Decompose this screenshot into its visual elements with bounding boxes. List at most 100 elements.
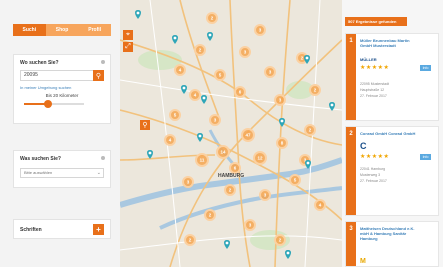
cluster-marker[interactable]: 3 (244, 219, 256, 231)
info-icon[interactable] (101, 156, 105, 160)
radius-slider[interactable] (24, 100, 84, 108)
map-pin-icon[interactable] (197, 133, 203, 142)
map-pin-icon[interactable] (172, 35, 178, 44)
map-pin-icon[interactable] (285, 250, 291, 259)
map-pin-icon[interactable] (201, 95, 207, 104)
result-name[interactable]: Mattheisen Deutschland e.K. mbH & Hambur… (360, 226, 420, 241)
cluster-marker[interactable]: 4 (189, 89, 201, 101)
category-panel: Was suchen Sie? Bitte auswählen ⌄ (13, 150, 111, 188)
result-address: 22041 Hamburg (360, 167, 386, 171)
cluster-marker[interactable]: 2 (309, 84, 321, 96)
cluster-marker[interactable]: 14 (216, 145, 230, 159)
cluster-marker[interactable]: 5 (169, 109, 181, 121)
cluster-marker[interactable]: 6 (234, 86, 246, 98)
category-select-value: Bitte auswählen (24, 170, 53, 175)
map-pin-icon[interactable] (279, 118, 285, 127)
result-name[interactable]: Müller Brunnenbau Martin GmbH Musterstad… (360, 38, 420, 48)
cluster-marker[interactable]: 5 (214, 69, 226, 81)
cluster-marker[interactable]: 3 (182, 176, 194, 188)
map-pin-icon[interactable] (147, 150, 153, 159)
cluster-marker[interactable]: 2 (204, 209, 216, 221)
map-pin-icon[interactable] (135, 10, 141, 19)
location-panel: Wo suchen Sie? 20095 ⚲ In meiner Umgebun… (13, 54, 111, 124)
result-street: Musterweg 3 (360, 173, 381, 177)
crosshair-icon: ⌖ (126, 31, 130, 38)
cluster-marker[interactable]: 2 (224, 184, 236, 196)
cluster-marker[interactable]: 2 (194, 44, 206, 56)
info-badge[interactable]: Info (420, 154, 431, 160)
result-number: 3 (346, 222, 356, 266)
cluster-marker[interactable]: 2 (304, 124, 316, 136)
rating-stars: ★★★★★ (360, 65, 390, 71)
cluster-marker[interactable]: 4 (164, 134, 176, 146)
zoom-icon: ⚲ (142, 122, 148, 129)
result-number: 1 (346, 34, 356, 120)
cluster-marker[interactable]: 5 (289, 174, 301, 186)
cluster-marker[interactable]: 8 (276, 137, 288, 149)
sidebar-tabs: Suchi Shop Profil (13, 24, 112, 36)
cluster-marker[interactable]: 47 (241, 128, 255, 142)
cluster-marker[interactable]: 3 (264, 66, 276, 78)
cluster-marker[interactable]: 12 (253, 151, 267, 165)
info-badge[interactable]: Info (420, 65, 431, 71)
map-view[interactable]: 2 3 2 3 4 5 3 2 4 6 3 2 5 3 47 14 12 11 8 2 4 3 2 3 5 4 2 3 2 2 6 3 HAM… (120, 0, 342, 267)
search-button[interactable]: ⚲ (93, 70, 104, 81)
cluster-marker[interactable]: 2 (206, 12, 218, 24)
result-date: 27. Februar 2017 (360, 94, 387, 98)
cluster-marker[interactable]: 2 (184, 234, 196, 246)
cluster-count: 47 (245, 133, 251, 138)
result-street: Hauptstraße 12 (360, 88, 385, 92)
cluster-marker[interactable]: 11 (195, 153, 209, 167)
search-sidebar: Suchi Shop Profil Wo suchen Sie? 20095 ⚲… (0, 0, 120, 267)
city-label: HAMBURG (218, 173, 244, 179)
tab-shop[interactable]: Shop (45, 24, 79, 36)
map-expand-button[interactable]: ⤢ (123, 42, 133, 52)
cluster-marker[interactable]: 3 (209, 114, 221, 126)
map-canvas[interactable]: 232 345324632534714121182432354232263 HAM… (120, 0, 342, 267)
result-card[interactable]: 2 Conrad GmbH Conrad GmbH C ★★★★★ Info 2… (345, 126, 439, 216)
rating-stars: ★★★★★ (360, 154, 390, 160)
category-select[interactable]: Bitte auswählen ⌄ (20, 168, 104, 178)
location-panel-title: Wo suchen Sie? (20, 60, 59, 66)
map-pin-icon[interactable] (207, 32, 213, 41)
results-panel: 507 Ergebnisse gefunden 1 Müller Brunnen… (342, 0, 443, 267)
magnifier-icon: ⚲ (95, 72, 102, 80)
map-pin-icon[interactable] (181, 85, 187, 94)
cluster-marker[interactable]: 2 (274, 234, 286, 246)
radius-slider-handle[interactable] (44, 100, 52, 108)
map-pin-icon[interactable] (224, 240, 230, 249)
category-panel-title: Was suchen Sie? (20, 156, 61, 162)
chevron-down-icon: ⌄ (96, 170, 101, 176)
cluster-marker[interactable]: 6 (229, 162, 241, 174)
cluster-marker[interactable]: 3 (259, 189, 271, 201)
map-zoom-button[interactable]: ⚲ (140, 120, 150, 130)
cluster-count: 11 (200, 158, 205, 163)
schriften-panel: Schriften + (13, 219, 111, 239)
cluster-marker[interactable]: 3 (274, 94, 286, 106)
result-card[interactable]: 1 Müller Brunnenbau Martin GmbH Musterst… (345, 33, 439, 121)
cluster-markers: 232 345324632534714121182432354232263 (164, 12, 326, 246)
result-number: 2 (346, 127, 356, 215)
cluster-marker[interactable]: 3 (239, 46, 251, 58)
map-locate-button[interactable]: ⌖ (123, 30, 133, 40)
cluster-marker[interactable]: 4 (174, 64, 186, 76)
info-icon[interactable] (101, 60, 105, 64)
nearby-search-link[interactable]: In meiner Umgebung suchen (20, 85, 71, 90)
result-date: 27. Februar 2017 (360, 179, 387, 183)
tab-suchi[interactable]: Suchi (13, 24, 46, 36)
result-name[interactable]: Conrad GmbH Conrad GmbH (360, 131, 420, 136)
radius-label: Bis 20 Kilometer (45, 93, 79, 98)
results-count: 507 Ergebnisse gefunden (345, 17, 407, 26)
tab-profil[interactable]: Profil (78, 24, 112, 36)
result-card[interactable]: 3 Mattheisen Deutschland e.K. mbH & Hamb… (345, 221, 439, 267)
cluster-count: 12 (257, 156, 263, 161)
company-logo: M (360, 258, 366, 265)
add-button[interactable]: + (93, 224, 104, 235)
location-input[interactable]: 20095 (20, 70, 96, 81)
cluster-marker[interactable]: 4 (314, 199, 326, 211)
company-logo: MÜLLER (360, 57, 377, 62)
company-logo: C (360, 141, 367, 151)
schriften-panel-title: Schriften (20, 227, 42, 233)
cluster-count: 14 (220, 150, 226, 155)
cluster-marker[interactable]: 3 (254, 24, 266, 36)
